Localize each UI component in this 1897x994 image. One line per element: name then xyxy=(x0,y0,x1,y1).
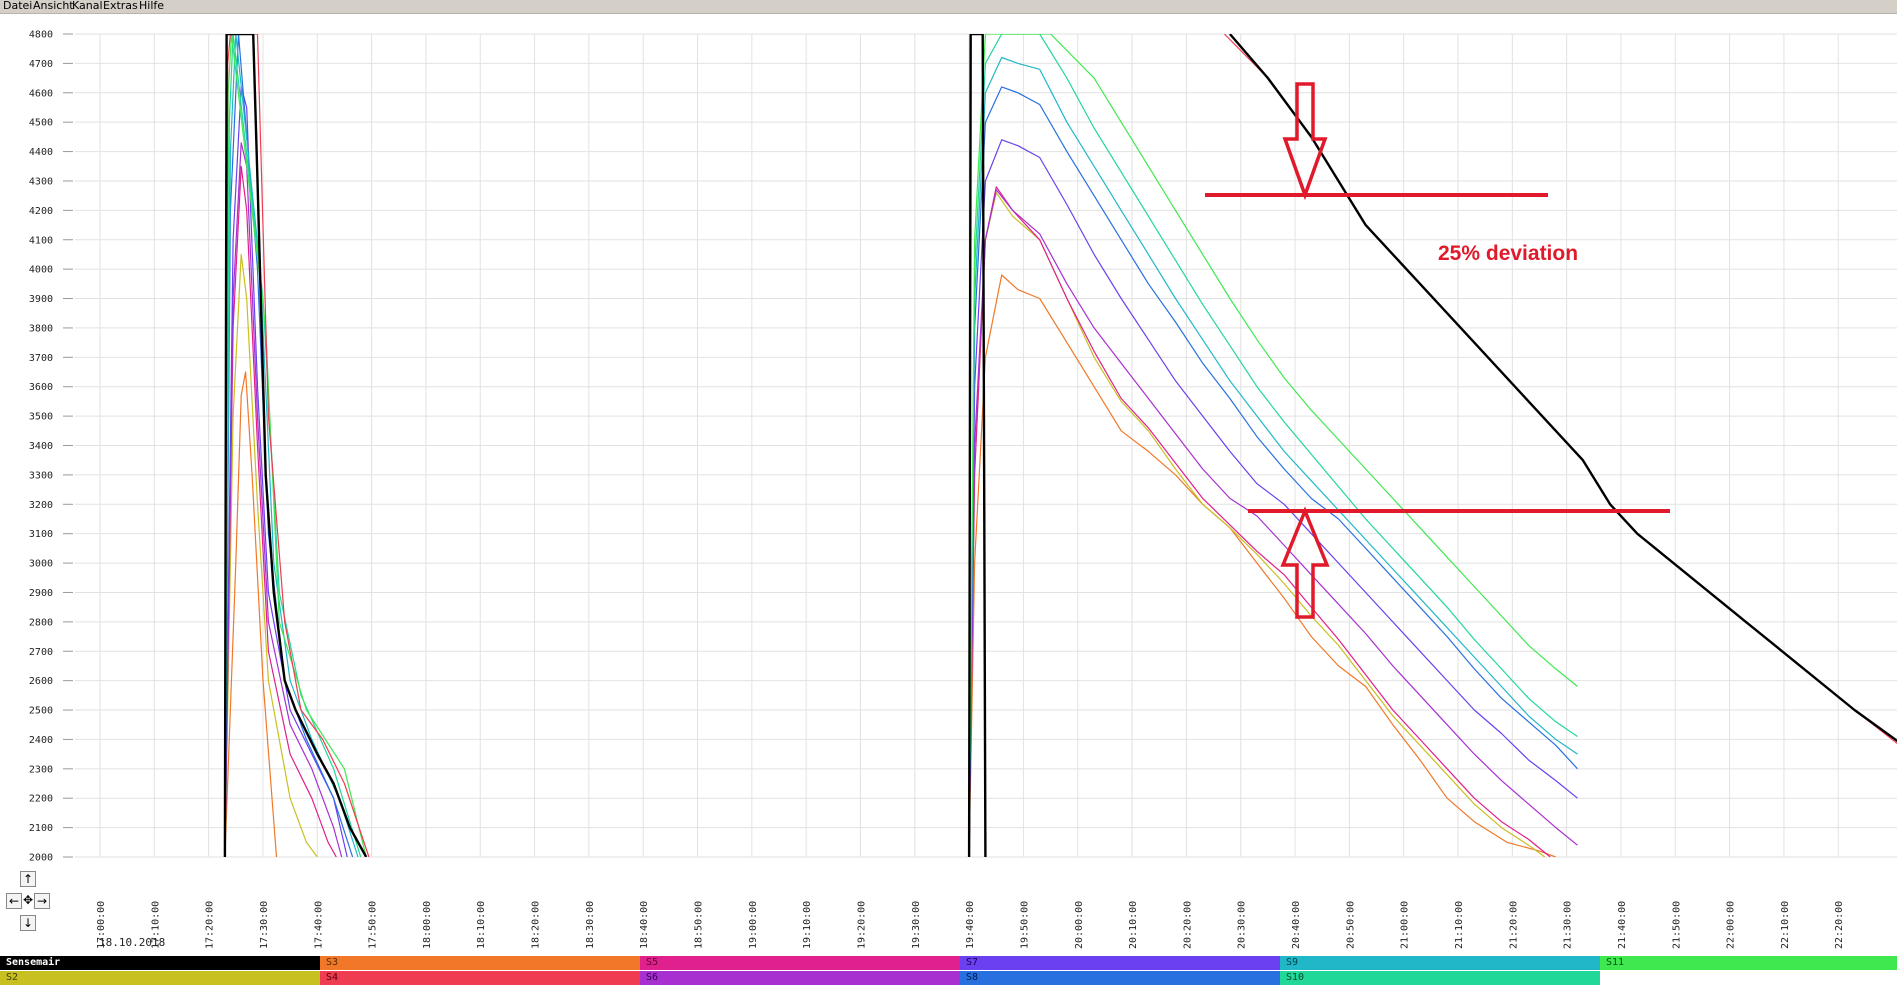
legend-item-s11[interactable]: S11 xyxy=(1600,956,1897,970)
x-tick-label: 22:10:00 xyxy=(1780,901,1791,949)
x-tick-label: 20:40:00 xyxy=(1291,901,1302,949)
x-tick-label: 21:50:00 xyxy=(1671,901,1682,949)
x-tick-label: 20:30:00 xyxy=(1237,901,1248,949)
y-tick-label: 4300 xyxy=(29,176,53,187)
y-tick-label: 2600 xyxy=(29,676,53,687)
y-tick-label: 3900 xyxy=(29,294,53,305)
deviation-annotation: 25% deviation xyxy=(1438,242,1578,265)
y-tick-label: 2000 xyxy=(29,853,53,864)
legend-item-s7[interactable]: S7 xyxy=(960,956,1280,970)
arrow-right-icon[interactable]: → xyxy=(34,893,50,909)
legend-item-s9[interactable]: S9 xyxy=(1280,956,1600,970)
menu-ansicht[interactable]: Ansicht xyxy=(33,0,74,12)
y-tick-label: 3400 xyxy=(29,441,53,452)
y-tick-label: 4000 xyxy=(29,265,53,276)
legend-item-s5[interactable]: S5 xyxy=(640,956,960,970)
y-tick-label: 3800 xyxy=(29,323,53,334)
x-tick-label: 20:10:00 xyxy=(1128,901,1139,949)
date-label: 18.10.2018 xyxy=(99,936,165,949)
y-tick-label: 3600 xyxy=(29,382,53,393)
x-tick-label: 17:50:00 xyxy=(368,901,379,949)
x-tick-label: 20:00:00 xyxy=(1074,901,1085,949)
x-tick-label: 21:20:00 xyxy=(1508,901,1519,949)
y-tick-label: 2900 xyxy=(29,588,53,599)
legend-item-s10[interactable]: S10 xyxy=(1280,971,1600,985)
y-tick-label: 2300 xyxy=(29,764,53,775)
y-tick-label: 3200 xyxy=(29,500,53,511)
y-tick-label: 4200 xyxy=(29,206,53,217)
y-tick-label: 4600 xyxy=(29,88,53,99)
y-tick-label: 3000 xyxy=(29,559,53,570)
y-tick-label: 3700 xyxy=(29,353,53,364)
x-tick-label: 18:20:00 xyxy=(531,901,542,949)
legend-item-s2[interactable]: S2 xyxy=(0,971,320,985)
x-tick-label: 18:10:00 xyxy=(476,901,487,949)
x-tick-label: 17:20:00 xyxy=(205,901,216,949)
x-tick-label: 18:40:00 xyxy=(639,901,650,949)
x-tick-label: 21:00:00 xyxy=(1400,901,1411,949)
x-tick-label: 18:00:00 xyxy=(422,901,433,949)
y-tick-label: 4100 xyxy=(29,235,53,246)
menu-extras[interactable]: Extras xyxy=(103,0,138,12)
x-tick-label: 20:20:00 xyxy=(1182,901,1193,949)
x-tick-label: 18:50:00 xyxy=(694,901,705,949)
menu-hilfe[interactable]: Hilfe xyxy=(139,0,164,12)
y-tick-label: 2700 xyxy=(29,647,53,658)
arrow-down-icon[interactable]: ↓ xyxy=(20,915,36,931)
legend-item-s8[interactable]: S8 xyxy=(960,971,1280,985)
legend-item-s3[interactable]: S3 xyxy=(320,956,640,970)
x-tick-label: 19:50:00 xyxy=(1019,901,1030,949)
arrow-up-icon[interactable]: ↑ xyxy=(20,871,36,887)
y-tick-label: 3100 xyxy=(29,529,53,540)
x-tick-label: 18:30:00 xyxy=(585,901,596,949)
x-tick-label: 19:20:00 xyxy=(856,901,867,949)
y-tick-label: 2800 xyxy=(29,617,53,628)
channel-legend: Sensemair S3 S5 S7 S9 S11 S2 S4 S6 S8 S10 xyxy=(0,956,1897,986)
y-tick-label: 3500 xyxy=(29,412,53,423)
y-tick-label: 2100 xyxy=(29,823,53,834)
menu-datei[interactable]: Datei xyxy=(3,0,32,12)
x-tick-label: 20:50:00 xyxy=(1345,901,1356,949)
x-tick-label: 17:40:00 xyxy=(313,901,324,949)
y-tick-label: 3300 xyxy=(29,470,53,481)
y-tick-label: 4800 xyxy=(29,30,53,41)
legend-item-s4[interactable]: S4 xyxy=(320,971,640,985)
x-tick-label: 22:00:00 xyxy=(1726,901,1737,949)
line-chart: 4800 4700 4600 4500 4400 4300 4200 4100 4000 3900… xyxy=(29,30,1897,949)
x-tick-label: 19:40:00 xyxy=(965,901,976,949)
x-tick-label: 21:30:00 xyxy=(1563,901,1574,949)
y-tick-label: 4700 xyxy=(29,59,53,70)
x-tick-label: 19:30:00 xyxy=(911,901,922,949)
x-tick-label: 21:40:00 xyxy=(1617,901,1628,949)
legend-item-s6[interactable]: S6 xyxy=(640,971,960,985)
x-tick-label: 19:10:00 xyxy=(802,901,813,949)
menu-bar: Datei Ansicht Kanal Extras Hilfe xyxy=(0,0,1897,14)
y-tick-label: 2400 xyxy=(29,735,53,746)
y-tick-label: 4400 xyxy=(29,147,53,158)
y-tick-label: 2500 xyxy=(29,706,53,717)
x-axis: 17:00:00 17:10:00 17:20:00 17:30:00 17:40:00… xyxy=(96,901,1845,949)
x-tick-label: 22:20:00 xyxy=(1834,901,1845,949)
y-tick-label: 4500 xyxy=(29,118,53,129)
navigation-pad: ↑ ← ✥ → ↓ xyxy=(6,871,50,935)
menu-kanal[interactable]: Kanal xyxy=(72,0,103,12)
x-tick-label: 21:10:00 xyxy=(1454,901,1465,949)
legend-item-sensemair[interactable]: Sensemair xyxy=(0,956,320,970)
y-tick-label: 2200 xyxy=(29,794,53,805)
x-tick-label: 17:30:00 xyxy=(259,901,270,949)
x-tick-label: 19:00:00 xyxy=(748,901,759,949)
